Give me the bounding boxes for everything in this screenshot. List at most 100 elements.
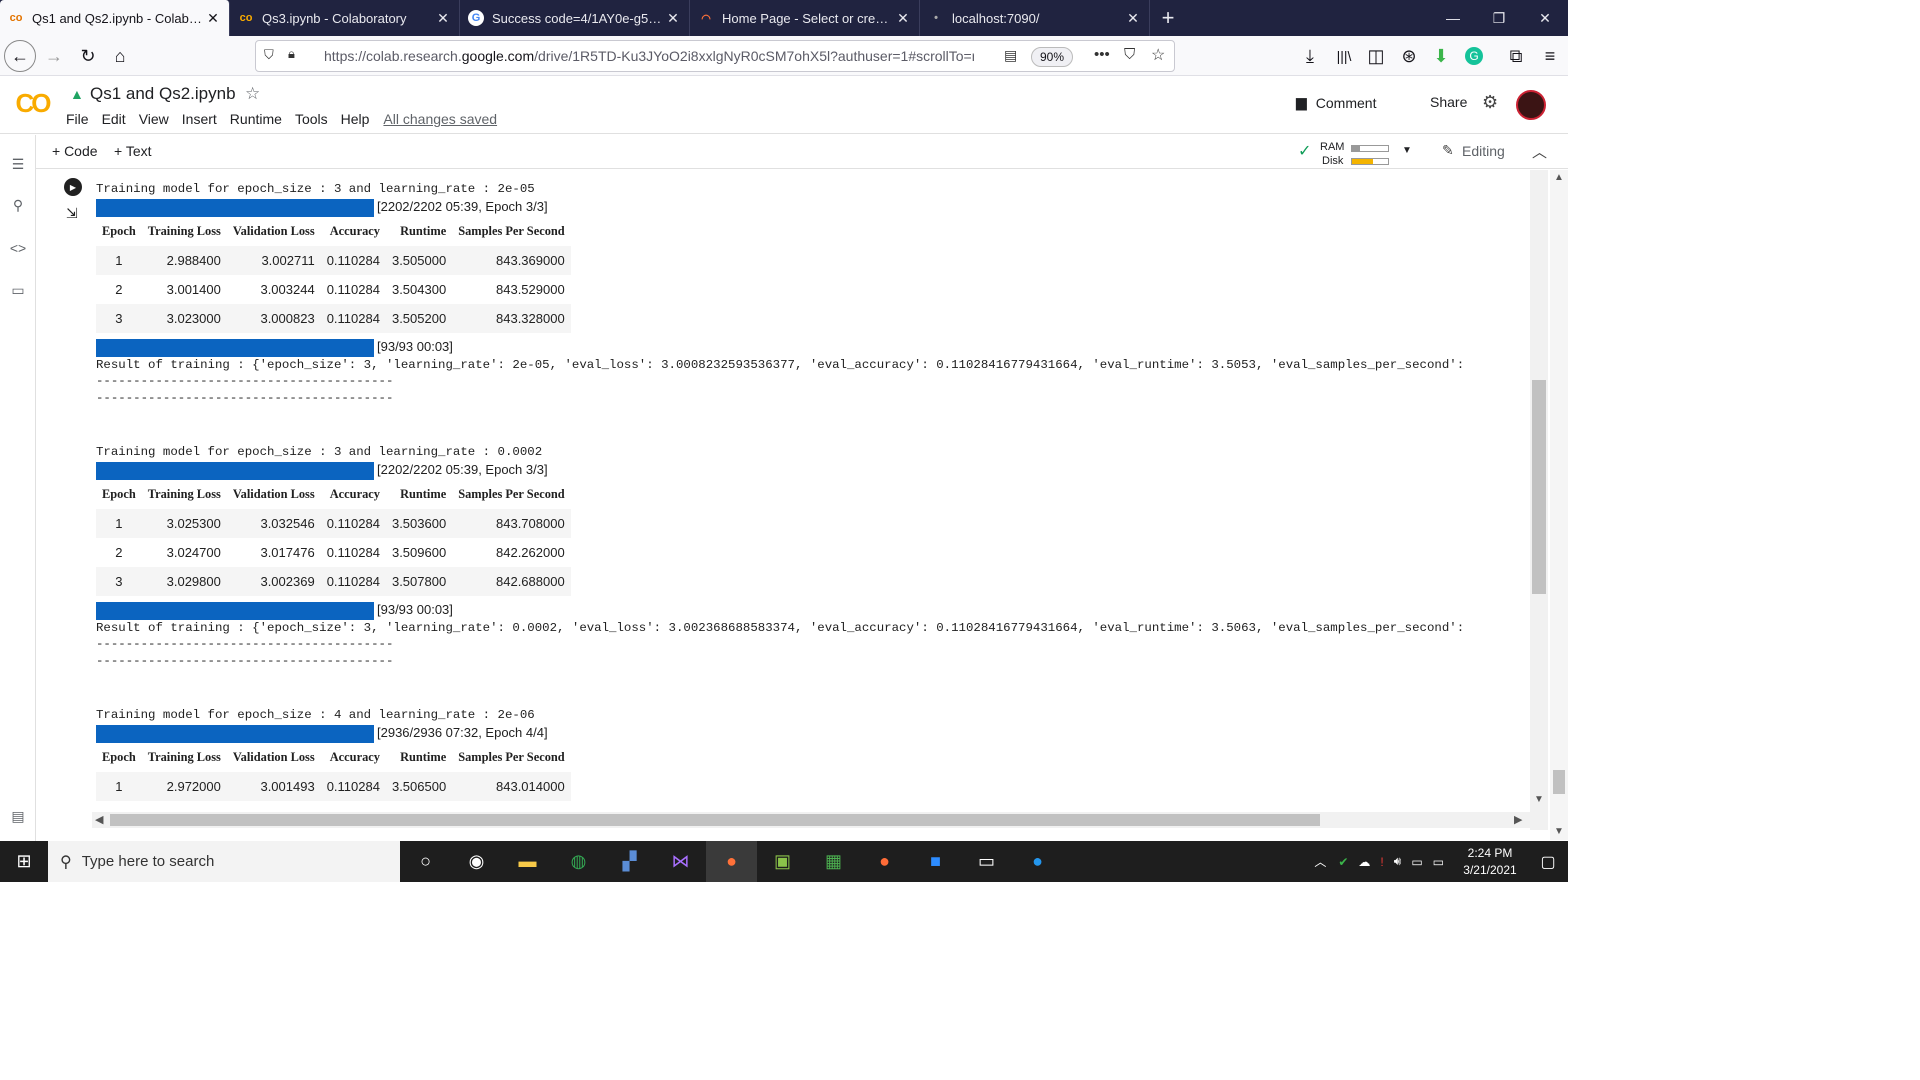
check-status-icon[interactable]: ✔ [1338, 855, 1348, 869]
download-arrow-extension-icon[interactable]: ⬇ [1425, 40, 1457, 72]
resource-monitor[interactable]: RAM Disk ▼ [1300, 139, 1420, 167]
close-icon[interactable]: ✕ [435, 10, 451, 27]
colab-logo[interactable]: CO [12, 88, 52, 118]
menu-view[interactable]: View [139, 111, 169, 127]
volume-icon[interactable]: 🔊︎ [1394, 854, 1402, 869]
windows-start-icon[interactable]: ⊞ [0, 841, 48, 882]
home-icon[interactable]: ⌂ [104, 40, 136, 72]
taskbar-search-box[interactable]: ⚲ Type here to search [48, 841, 400, 882]
page-vertical-scrollbar[interactable]: ▲ ▼ [1550, 170, 1568, 840]
docker-icon[interactable]: ● [1012, 841, 1063, 882]
editing-mode[interactable]: Editing [1462, 143, 1505, 159]
ram-bar [1351, 145, 1389, 152]
menu-insert[interactable]: Insert [182, 111, 217, 127]
reader-view-icon[interactable]: ▤ [1004, 47, 1017, 64]
output-redirect-icon[interactable]: ⇲ [66, 205, 78, 222]
forward-arrow-icon[interactable]: → [38, 40, 70, 72]
output-horizontal-scrollbar[interactable]: ◀ ▶ [92, 812, 1530, 828]
menu-runtime[interactable]: Runtime [230, 111, 282, 127]
download-icon[interactable]: ⤓ [1294, 40, 1326, 72]
save-status[interactable]: All changes saved [383, 111, 497, 127]
chevron-up-icon[interactable]: ︿ [1314, 853, 1326, 870]
tab-success-code[interactable]: G Success code=4/1AY0e-g5Rq3k ✕ [460, 0, 690, 36]
battery-icon[interactable]: ▭ [1433, 855, 1444, 869]
close-icon[interactable]: ✕ [205, 10, 221, 27]
share-button[interactable]: Share [1430, 94, 1467, 110]
alert-icon[interactable]: ! [1380, 855, 1383, 869]
avatar[interactable] [1516, 90, 1546, 120]
menu-file[interactable]: File [66, 111, 89, 127]
bookmark-star-icon[interactable]: ☆ [1151, 45, 1165, 65]
extensions-puzzle-icon[interactable]: ⧉ [1500, 40, 1532, 72]
grammarly-icon[interactable]: G [1458, 40, 1490, 72]
files-folder-icon[interactable]: ▭ [9, 281, 27, 299]
output-vertical-scrollbar[interactable]: ▼ [1530, 170, 1548, 830]
zoom-level[interactable]: 90% [1031, 47, 1074, 67]
cortana-icon[interactable]: ○ [400, 841, 451, 882]
zoom-app-icon[interactable]: ■ [910, 841, 961, 882]
sidebar-icon[interactable]: ◫ [1360, 40, 1392, 72]
page-scroll-thumb[interactable] [1553, 770, 1565, 794]
minimize-icon[interactable]: — [1430, 0, 1476, 36]
firefox-icon[interactable]: ● [706, 841, 757, 882]
menu-edit[interactable]: Edit [102, 111, 126, 127]
scroll-right-arrow-icon[interactable]: ▶ [1514, 813, 1522, 826]
table-of-contents-icon[interactable]: ☰ [9, 155, 27, 173]
run-cell-button[interactable]: ▶ [64, 178, 82, 196]
add-code-button[interactable]: + Code [52, 143, 98, 159]
menu-help[interactable]: Help [341, 111, 370, 127]
notifications-icon[interactable]: ▢ [1528, 852, 1568, 872]
back-arrow-icon[interactable]: ← [4, 40, 36, 72]
scroll-down-arrow-icon[interactable]: ▼ [1534, 794, 1544, 805]
task-view-icon[interactable]: ◉ [451, 841, 502, 882]
settings-gear-icon[interactable]: ⚙ [1482, 92, 1498, 113]
close-icon[interactable]: ✕ [1125, 10, 1141, 27]
display-icon[interactable]: ▭ [1411, 855, 1422, 869]
pocket-icon[interactable]: ⛉ [1124, 46, 1135, 63]
terminal-app-icon[interactable]: ▭ [961, 841, 1012, 882]
comment-button[interactable]: ▆ Comment [1296, 94, 1376, 111]
close-icon[interactable]: ✕ [895, 10, 911, 27]
url-bar[interactable]: ⛉ 🔒︎ https://colab.research.google.com/d… [255, 40, 1175, 72]
chevron-down-icon[interactable]: ▼ [1402, 145, 1412, 156]
restore-icon[interactable]: ❐ [1476, 0, 1522, 36]
terminal-icon[interactable]: ▤ [9, 807, 27, 825]
page-scroll-up-arrow-icon[interactable]: ▲ [1554, 172, 1564, 183]
file-explorer-icon[interactable]: ▬ [502, 841, 553, 882]
page-scroll-down-arrow-icon[interactable]: ▼ [1554, 826, 1564, 837]
window-close-icon[interactable]: ✕ [1522, 0, 1568, 36]
scroll-left-arrow-icon[interactable]: ◀ [95, 813, 103, 826]
library-icon[interactable]: |||\ [1328, 40, 1360, 72]
menu-tools[interactable]: Tools [295, 111, 328, 127]
table-cell: 843.328000 [496, 311, 565, 326]
chevron-up-icon[interactable]: ︿ [1532, 141, 1547, 162]
star-icon[interactable]: ☆ [245, 84, 260, 104]
clock[interactable]: 2:24 PM 3/21/2021 [1452, 845, 1528, 879]
tool-app-icon[interactable]: ▣ [757, 841, 808, 882]
lock-icon[interactable]: 🔒︎ [288, 46, 295, 62]
tab-localhost[interactable]: • localhost:7090/ ✕ [920, 0, 1150, 36]
reload-icon[interactable]: ↻ [72, 40, 104, 72]
search-icon[interactable]: ⚲ [9, 196, 27, 214]
more-icon[interactable]: ••• [1094, 46, 1110, 63]
postman-icon[interactable]: ● [859, 841, 910, 882]
extension-icon[interactable]: ⊛ [1393, 40, 1425, 72]
tab-home-page[interactable]: ◠ Home Page - Select or create a ✕ [690, 0, 920, 36]
chart-app-icon[interactable]: ▦ [808, 841, 859, 882]
code-snippets-icon[interactable]: <> [9, 239, 27, 257]
network-app-icon[interactable]: ▞ [604, 841, 655, 882]
cell-output: ▶ ⇲ Training model for epoch_size : 3 an… [36, 170, 1530, 830]
new-tab-button[interactable]: + [1150, 0, 1186, 36]
visual-studio-icon[interactable]: ⋈ [655, 841, 706, 882]
output-vertical-scroll-thumb[interactable] [1532, 380, 1546, 594]
network-icon[interactable]: ☁ [1358, 855, 1370, 869]
close-icon[interactable]: ✕ [665, 10, 681, 27]
notebook-title[interactable]: Qs1 and Qs2.ipynb [90, 84, 236, 104]
output-horizontal-scroll-thumb[interactable] [110, 814, 1320, 826]
chrome-icon[interactable]: ◍ [553, 841, 604, 882]
shield-icon[interactable]: ⛉ [264, 47, 274, 63]
menu-hamburger-icon[interactable]: ≡ [1534, 40, 1566, 72]
tab-qs1-notebook[interactable]: co Qs1 and Qs2.ipynb - Colaboratory ✕ [0, 0, 230, 36]
tab-qs3-notebook[interactable]: co Qs3.ipynb - Colaboratory ✕ [230, 0, 460, 36]
add-text-button[interactable]: + Text [114, 143, 152, 159]
